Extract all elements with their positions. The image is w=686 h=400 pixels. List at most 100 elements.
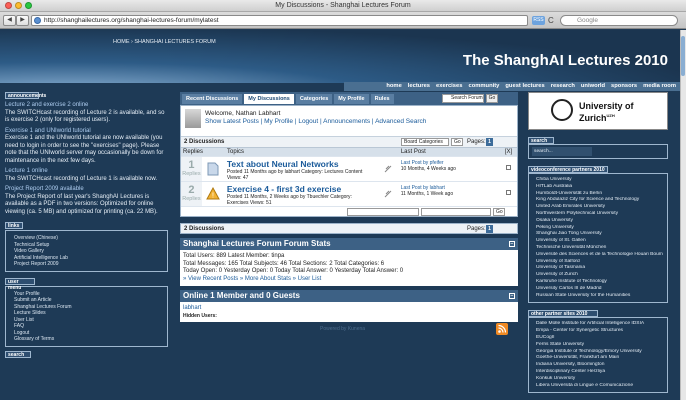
reload-button[interactable]: C: [548, 15, 558, 26]
uzh-logo[interactable]: University of ZurichUZH: [528, 92, 668, 130]
list-item[interactable]: Université des Sciences et de la Technol…: [536, 252, 663, 259]
list-item[interactable]: Empa - Center for Synergetic Structures: [536, 328, 663, 335]
discussions-count: 2 Discussions: [184, 226, 225, 232]
announcements-heading: announcements: [5, 92, 46, 99]
back-button[interactable]: ◀: [3, 15, 16, 26]
list-item[interactable]: University of St. Gallen: [536, 238, 663, 245]
list-item[interactable]: Peking University: [536, 225, 663, 232]
list-item[interactable]: King Abdulaziz City for Science and Tech…: [536, 197, 663, 204]
topic-title[interactable]: Exercise 4 - first 3d exercise: [227, 184, 397, 194]
right-search-heading: search: [528, 137, 554, 144]
list-item[interactable]: Ferris State University: [536, 342, 663, 349]
page-number[interactable]: 1: [486, 138, 493, 146]
nav-sponsors[interactable]: sponsors: [611, 82, 637, 91]
row-checkbox[interactable]: [506, 165, 512, 170]
list-item[interactable]: University of Tasmania: [536, 265, 663, 272]
bulk-go-button[interactable]: Go: [493, 208, 505, 216]
zoom-icon[interactable]: [25, 2, 32, 9]
nav-research[interactable]: research: [551, 82, 575, 91]
scrollbar-thumb[interactable]: [681, 36, 685, 76]
replies-label: Replies: [182, 171, 201, 177]
announcement-title[interactable]: Exercise 1 and UNIworld tutorial: [5, 128, 91, 134]
collapse-icon[interactable]: −: [509, 241, 515, 247]
list-item[interactable]: Technische Universität München: [536, 245, 663, 252]
row-checkbox[interactable]: [506, 190, 512, 195]
link-item[interactable]: Project Report 2009: [14, 261, 163, 268]
list-item[interactable]: United Arab Emirates University: [536, 204, 663, 211]
tab-recent-discussions[interactable]: Recent Discussions: [182, 93, 243, 104]
announcement-body: The SWITCHcast recording of Lecture 1 is…: [5, 175, 158, 182]
last-post-cell: Last Post by labhart 11 Months, 1 Week ag…: [397, 182, 500, 206]
list-item[interactable]: Humboldt-Universität zu Berlin: [536, 191, 663, 198]
online-user[interactable]: labhart: [183, 305, 515, 313]
vertical-scrollbar[interactable]: [680, 30, 686, 400]
nav-exercises[interactable]: exercises: [436, 82, 462, 91]
announcement-title[interactable]: Lecture 2 and exercise 2 online: [5, 102, 88, 108]
list-item[interactable]: Goethe-Universität, Frankfurt am Main: [536, 355, 663, 362]
list-item[interactable]: HITLab Australia: [536, 184, 663, 191]
forum-search-go-button[interactable]: Go: [486, 94, 498, 103]
pages-label: Pages:: [467, 226, 486, 232]
powered-by[interactable]: Powered by Kunena: [320, 326, 365, 332]
stats-line: Total Users: 889 Latest Member: tinpa: [183, 253, 285, 259]
board-category-select[interactable]: Board Categories: [401, 138, 449, 146]
nav-lectures[interactable]: lectures: [408, 82, 430, 91]
rss-feed-icon[interactable]: [496, 323, 508, 335]
list-item[interactable]: Interdisciplinary Center Herzliya: [536, 369, 663, 376]
list-item[interactable]: University of Salford: [536, 259, 663, 266]
welcome-box: Welcome, Nathan Labhart Show Latest Post…: [181, 106, 517, 136]
move-target-select[interactable]: [421, 208, 491, 216]
forum-search-input[interactable]: Search Forum: [442, 94, 484, 103]
stats-links[interactable]: » View Recent Posts » More About Stats »…: [183, 276, 515, 284]
list-item[interactable]: University of Zurich: [536, 272, 663, 279]
minimize-icon[interactable]: [15, 2, 22, 9]
board-go-button[interactable]: Go: [451, 138, 463, 146]
nav-media-room[interactable]: media room: [643, 82, 676, 91]
top-navigation: home lectures exercises community guest …: [344, 82, 680, 91]
address-bar[interactable]: http://shanghailectures.org/shanghai-lec…: [31, 15, 528, 26]
bulk-action-select[interactable]: [347, 208, 419, 216]
breadcrumb[interactable]: HOME › SHANGHAI LECTURES FORUM: [113, 39, 216, 45]
list-item[interactable]: Chiba University: [536, 177, 663, 184]
list-item[interactable]: Russian State University for the Humanit…: [536, 293, 663, 300]
right-search-input[interactable]: search...: [532, 147, 592, 156]
list-item[interactable]: EUCogII: [536, 335, 663, 342]
table-header: Replies Topics Last Post [X]: [181, 147, 517, 156]
list-item[interactable]: Karlsruhe Institute of Technology: [536, 279, 663, 286]
list-item[interactable]: Georgia Institute of Technology/Emory Un…: [536, 349, 663, 356]
nav-community[interactable]: community: [468, 82, 499, 91]
announcement-title[interactable]: Lecture 1 online: [5, 168, 48, 174]
list-item[interactable]: Konkuk University: [536, 376, 663, 383]
nav-guest-lectures[interactable]: guest lectures: [505, 82, 544, 91]
list-item[interactable]: University Carlos III de Madrid: [536, 286, 663, 293]
collapse-icon[interactable]: −: [509, 293, 515, 299]
tab-my-discussions[interactable]: My Discussions: [244, 93, 294, 104]
close-icon[interactable]: [5, 2, 12, 9]
list-item[interactable]: Shanghai Jiao Tong University: [536, 231, 663, 238]
links-list: Overview (Chinese) Technical Setup Video…: [5, 230, 168, 272]
web-page: HOME › SHANGHAI LECTURES FORUM The Shang…: [0, 30, 680, 400]
right-sidebar: University of ZurichUZH search search...…: [528, 92, 668, 394]
rss-icon[interactable]: RSS: [532, 16, 545, 25]
nav-uniworld[interactable]: uniworld: [581, 82, 605, 91]
list-item[interactable]: Dalle Molle Institute for Artificial Int…: [536, 321, 663, 328]
announcement-title[interactable]: Project Report 2009 available: [5, 186, 84, 192]
tab-categories[interactable]: Categories: [295, 93, 333, 104]
user-menu-item[interactable]: Glossary of Terms: [14, 336, 163, 343]
list-item[interactable]: Osaka University: [536, 218, 663, 225]
topic-title[interactable]: Text about Neural Networks: [227, 159, 397, 169]
topic-views: Views: 47: [226, 175, 249, 181]
left-search-heading: search: [5, 350, 31, 358]
welcome-text: Welcome, Nathan Labhart: [205, 110, 281, 117]
list-item[interactable]: Indiana University, Bloomington: [536, 362, 663, 369]
welcome-links[interactable]: Show Latest Posts | My Profile | Logout …: [205, 118, 426, 125]
page-number[interactable]: 1: [486, 225, 493, 233]
tab-rules[interactable]: Rules: [370, 93, 394, 104]
hidden-users: Hidden Users:: [183, 312, 217, 319]
nav-home[interactable]: home: [386, 82, 401, 91]
forward-button[interactable]: ▶: [16, 15, 29, 26]
browser-search-input[interactable]: Google: [560, 15, 678, 26]
tab-my-profile[interactable]: My Profile: [334, 93, 369, 104]
list-item[interactable]: Northwestern Polytechnical University: [536, 211, 663, 218]
list-item[interactable]: Libera Università di Lingue e Comunicazi…: [536, 383, 663, 390]
